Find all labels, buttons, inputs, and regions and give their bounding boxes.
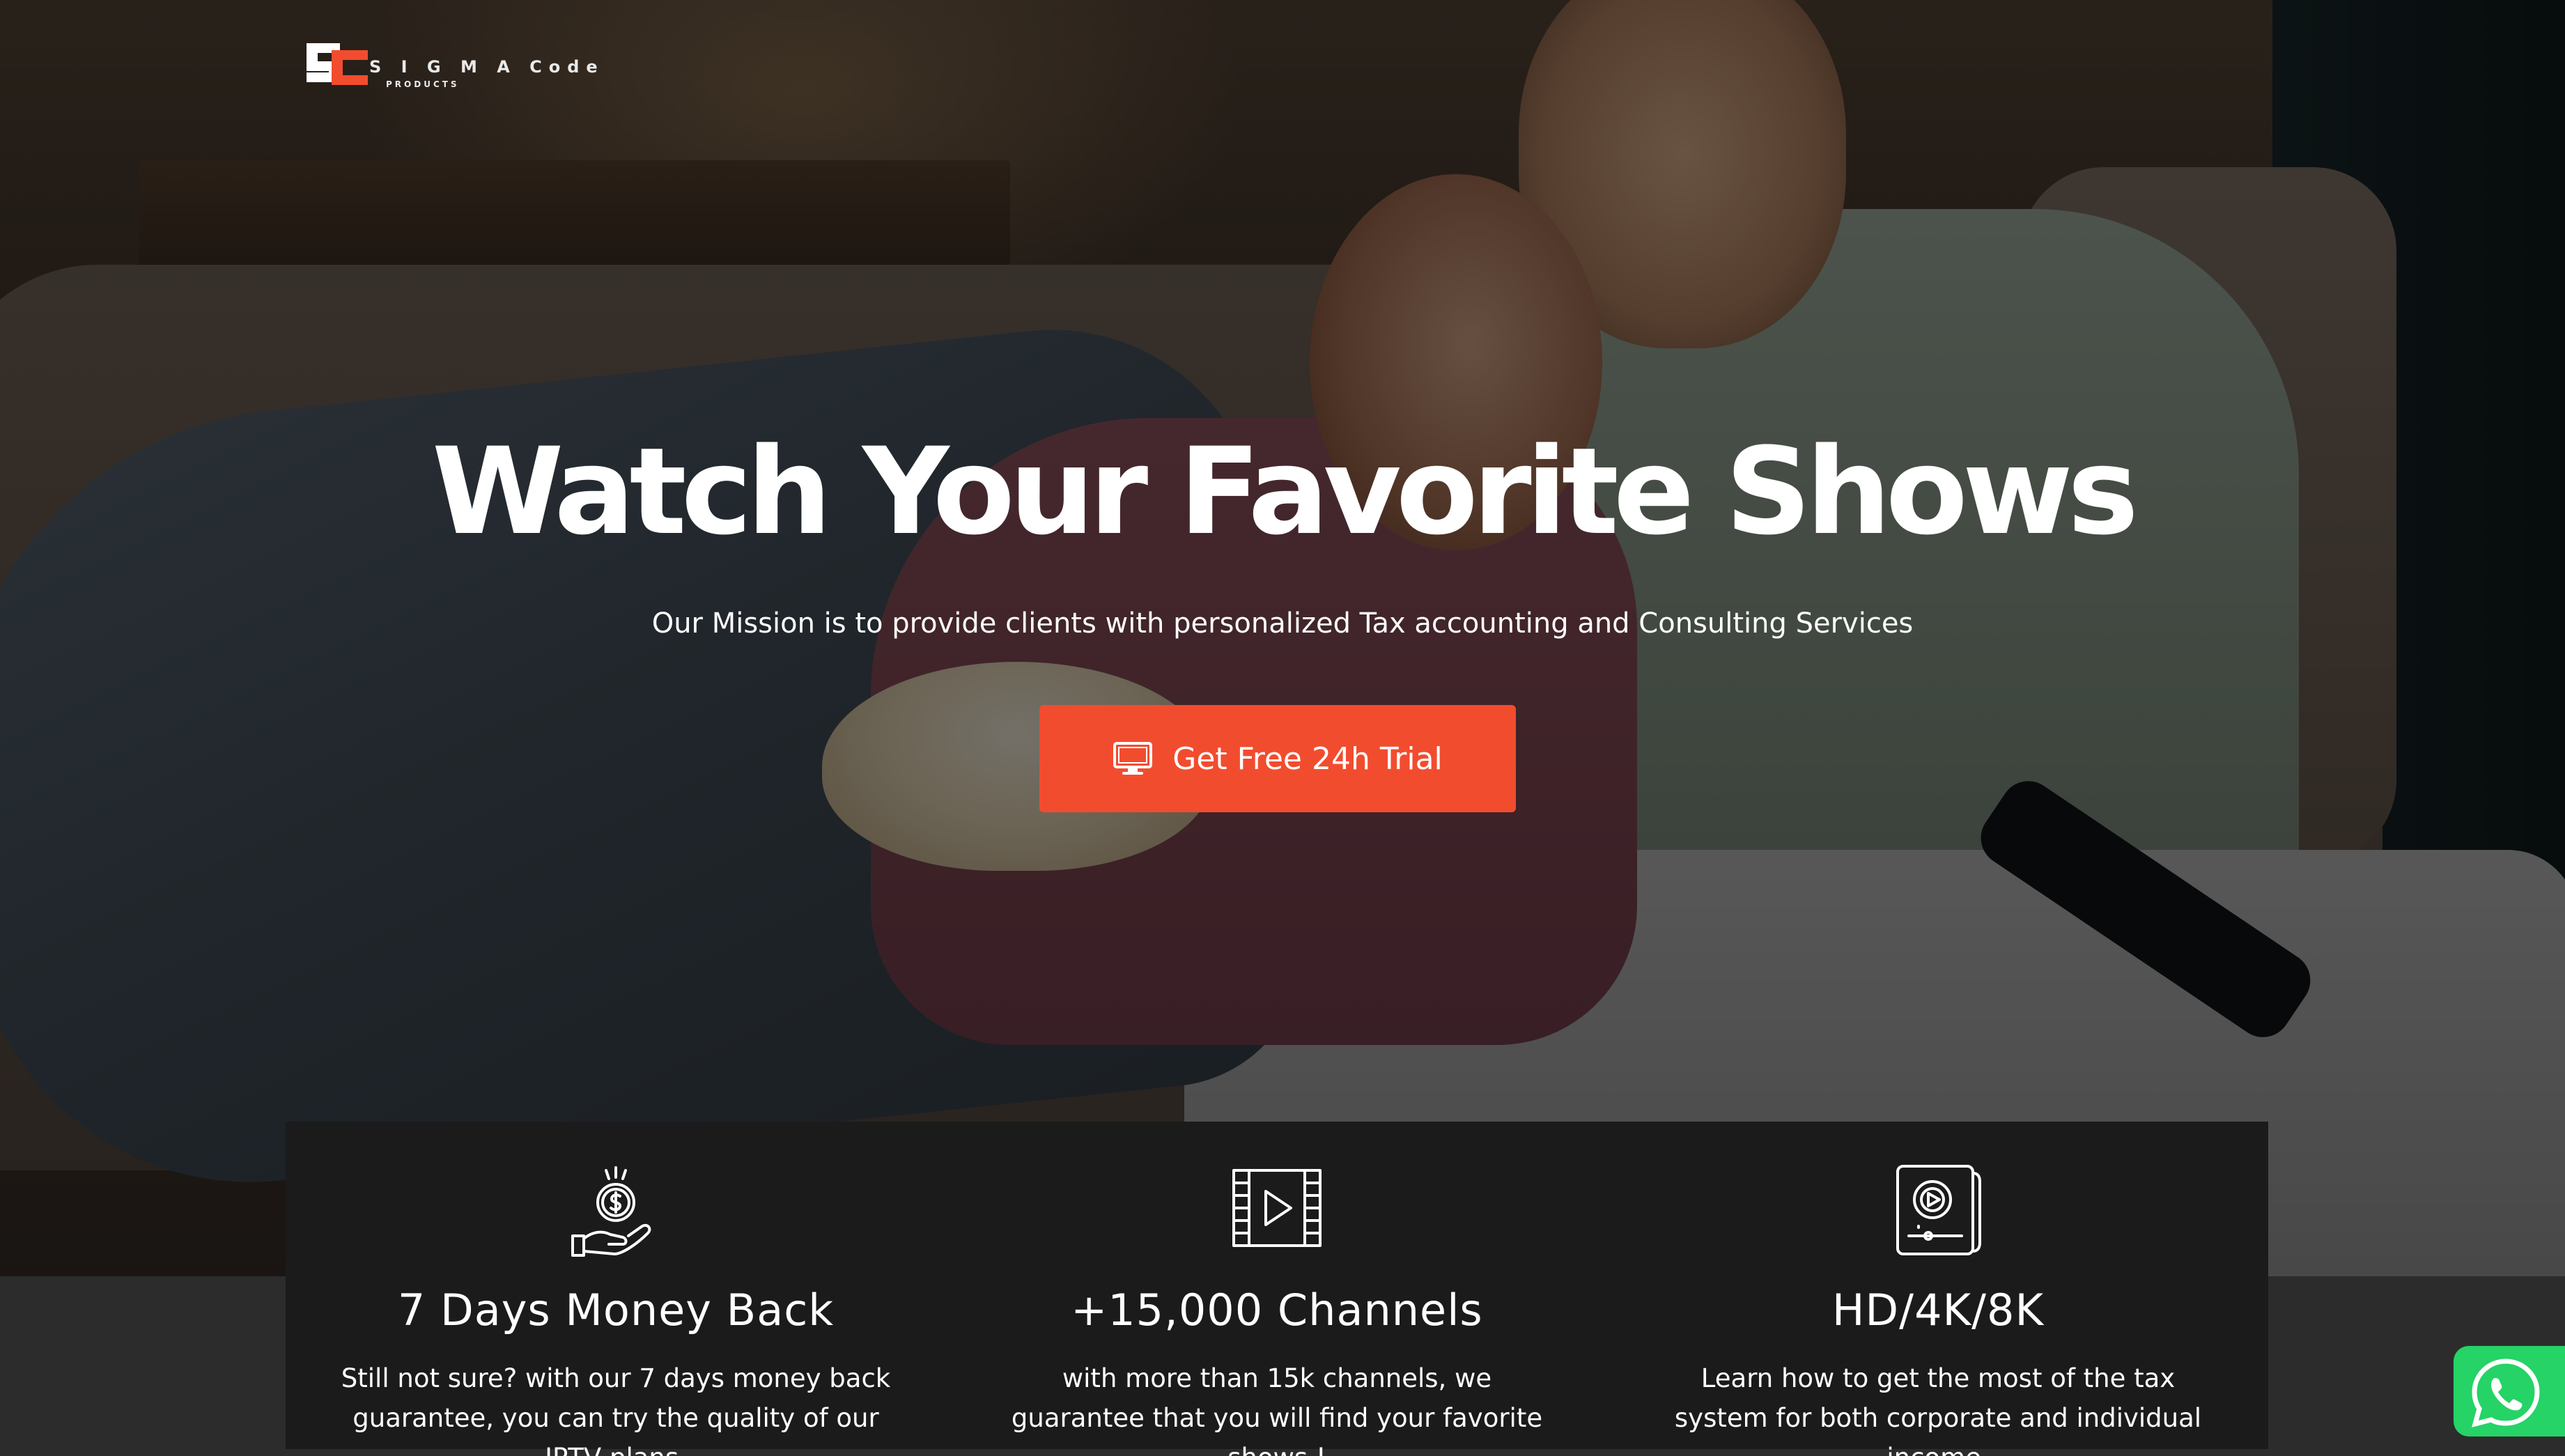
logo-tagline: PRODUCTS <box>386 79 460 89</box>
free-trial-button[interactable]: Get Free 24h Trial <box>1039 705 1516 812</box>
feature-description: Still not sure? with our 7 days money ba… <box>341 1363 891 1456</box>
feature-quality: HD/4K/8K Learn how to get the most of th… <box>1608 1122 2268 1456</box>
feature-title: +15,000 Channels <box>1071 1285 1483 1335</box>
whatsapp-icon <box>2472 1358 2540 1427</box>
film-play-icon <box>1232 1169 1322 1247</box>
free-trial-label: Get Free 24h Trial <box>1172 741 1443 777</box>
hero-section: SC S I G M A Code PRODUCTS Watch Your Fa… <box>0 0 2565 1276</box>
feature-channels: +15,000 Channels with more than 15k chan… <box>947 1122 1607 1456</box>
feature-title: HD/4K/8K <box>1831 1285 2045 1335</box>
svg-text:SC: SC <box>304 40 305 41</box>
feature-description: with more than 15k channels, we guarante… <box>1011 1363 1543 1456</box>
hero-title: Watch Your Favorite Shows <box>431 421 2139 562</box>
whatsapp-chat-button[interactable] <box>2454 1346 2565 1436</box>
site-logo[interactable]: SC S I G M A Code PRODUCTS <box>304 40 598 96</box>
feature-money-back: 7 Days Money Back Still not sure? with o… <box>286 1122 946 1456</box>
logo-brand-name: S I G M A Code <box>369 57 605 77</box>
hero-subtitle: Our Mission is to provide clients with p… <box>651 607 1914 640</box>
feature-title: 7 Days Money Back <box>397 1285 835 1335</box>
features-panel: 7 Days Money Back Still not sure? with o… <box>286 1122 2268 1456</box>
video-player-icon <box>1896 1165 1981 1255</box>
feature-description: Learn how to get the most of the tax sys… <box>1674 1363 2202 1456</box>
money-back-hand-icon <box>571 1166 651 1257</box>
monitor-icon <box>1113 742 1153 775</box>
